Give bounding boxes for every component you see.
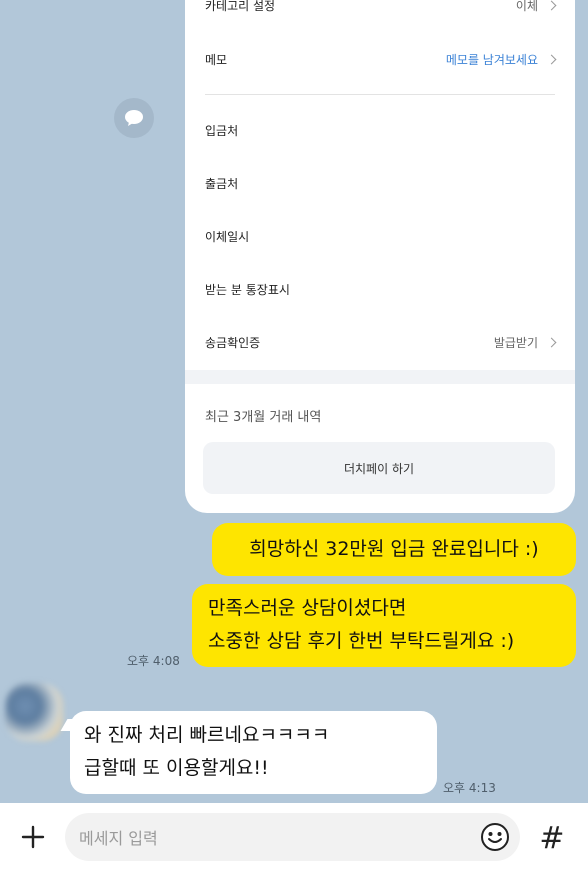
memo-value-text: 메모를 남겨보세요 [445,52,538,67]
transfer-receipt-value: 발급받기 [493,334,557,351]
transfer-detail-card: 카테고리 설정 이체 메모 메모를 남겨보세요 입금처 출금처 이체일시 받는 … [185,0,575,513]
message-input-bar: 메세지 입력 # [0,803,588,870]
memo-value: 메모를 남겨보세요 [445,51,557,68]
chevron-right-icon [546,0,557,10]
chat-bubble-icon [125,110,143,126]
message-input[interactable]: 메세지 입력 [65,813,520,861]
message-text-line: 만족스러운 상담이셨다면 [208,597,407,619]
message-timestamp: 오후 4:13 [443,781,496,795]
attach-button[interactable] [14,818,52,856]
withdrawal-account-row: 출금처 [205,171,555,195]
transfer-receipt-row[interactable]: 송금확인증 발급받기 [205,330,557,354]
message-text: 희망하신 32만원 입금 완료입니다 :) [249,538,539,560]
recent-transactions-label: 최근 3개월 거래 내역 [205,410,322,425]
message-input-placeholder: 메세지 입력 [79,829,158,848]
section-separator [185,370,575,384]
transfer-receipt-label: 송금확인증 [205,335,261,350]
chevron-right-icon [546,54,557,64]
dutch-pay-button[interactable]: 더치페이 하기 [203,442,555,494]
chevron-right-icon [546,337,557,347]
received-message-bubble[interactable]: 와 진짜 처리 빠르네요ㅋㅋㅋㅋ 급할때 또 이용할게요!! [70,711,437,794]
transfer-datetime-label: 이체일시 [205,229,250,244]
issue-receipt-text: 발급받기 [493,335,538,350]
message-text-line: 급할때 또 이용할게요!! [84,757,269,779]
section-divider [205,94,555,95]
withdrawal-account-label: 출금처 [205,176,239,191]
memo-label: 메모 [205,52,228,67]
share-chat-icon[interactable] [114,98,154,138]
category-setting-value: 이체 [515,0,557,14]
my-message-bubble[interactable]: 만족스러운 상담이셨다면 소중한 상담 후기 한번 부탁드릴게요 :) [192,584,576,667]
recipient-display-row: 받는 분 통장표시 [205,277,555,301]
plus-icon [21,825,45,849]
message-text-line: 소중한 상담 후기 한번 부탁드릴게요 :) [208,630,515,652]
memo-row[interactable]: 메모 메모를 남겨보세요 [205,47,557,71]
deposit-account-row: 입금처 [205,118,555,142]
my-message-bubble[interactable]: 희망하신 32만원 입금 완료입니다 :) [212,523,576,576]
message-timestamp: 오후 4:08 [127,654,180,668]
category-setting-row[interactable]: 카테고리 설정 이체 [205,0,557,17]
message-text-line: 와 진짜 처리 빠르네요ㅋㅋㅋㅋ [84,724,330,746]
emoji-icon[interactable] [480,822,510,852]
deposit-account-label: 입금처 [205,123,239,138]
avatar[interactable] [5,683,63,741]
category-setting-label: 카테고리 설정 [205,0,276,13]
recipient-display-label: 받는 분 통장표시 [205,282,290,297]
hash-icon[interactable]: # [532,818,572,858]
transfer-datetime-row: 이체일시 [205,224,555,248]
category-value-text: 이체 [515,0,538,13]
